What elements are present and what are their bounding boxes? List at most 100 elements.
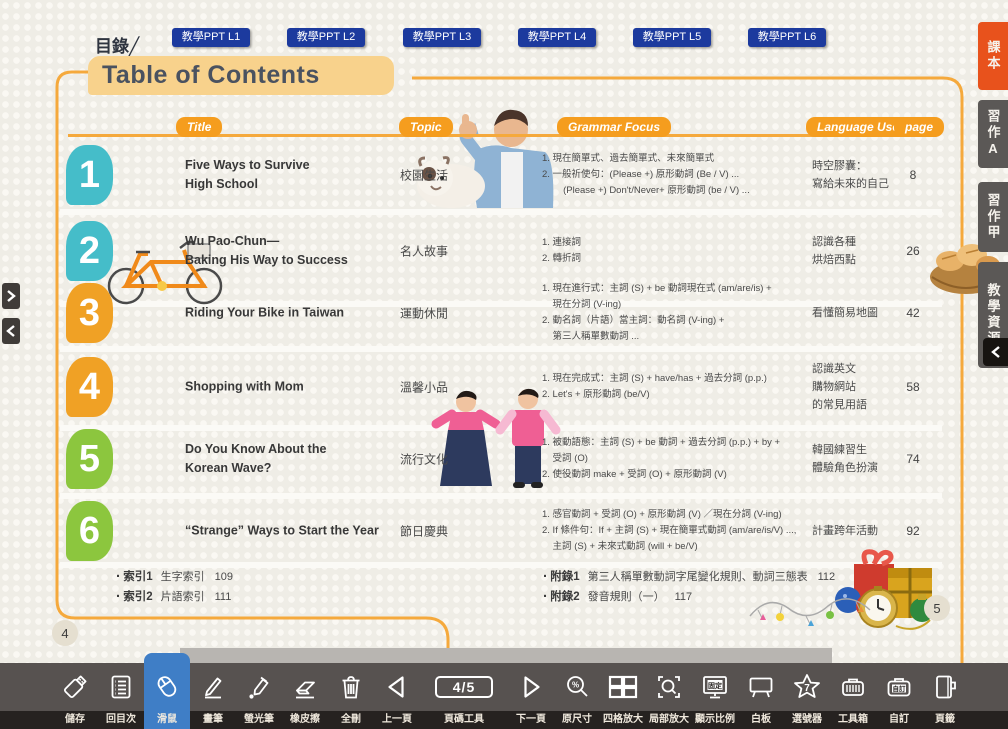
appendix-text: 第三人稱單數動詞字尾變化規則、動詞三態表	[588, 571, 808, 583]
lesson-title[interactable]: Five Ways to Survive High School	[185, 156, 390, 194]
appendix-text: 發音規則（一）	[588, 591, 665, 603]
trash-icon	[336, 672, 366, 702]
page-title-box: Table of Contents	[88, 56, 394, 95]
lesson-topic: 校園生活	[400, 167, 500, 184]
whiteboard-button[interactable]: 白板	[738, 663, 784, 729]
lesson-grammar: 1. 被動語態：主詞 (S) + be 動詞 + 過去分詞 (p.p.) + b…	[542, 435, 817, 483]
index-label: ‧ 索引2	[116, 591, 153, 603]
toolbox-button[interactable]: 工具箱	[830, 663, 876, 729]
lesson-page-number[interactable]: 74	[893, 452, 933, 466]
eraser-icon	[290, 672, 320, 702]
lesson-grammar: 1. 現在完成式：主詞 (S) + have/has + 過去分詞 (p.p.)…	[542, 371, 817, 403]
next-triangle-icon	[516, 672, 546, 702]
tool-label: 上一頁	[382, 711, 412, 729]
toc-row-2: 2 Wu Pao-Chun— Baking His Way to Success…	[0, 215, 1008, 287]
page-number-tool[interactable]: 4/5 頁碼工具	[420, 663, 508, 729]
tool-label: 頁籤	[935, 711, 955, 729]
page-indicator[interactable]: 4/5	[435, 676, 493, 698]
prev-triangle-icon	[382, 672, 412, 702]
original-size-button[interactable]: % 原尺寸	[554, 663, 600, 729]
collapse-tabs-button[interactable]	[983, 338, 1008, 366]
chevron-right-icon	[6, 290, 16, 302]
toc-row-1: 1 Five Ways to Survive High School 校園生活 …	[0, 140, 1008, 210]
lesson-topic: 節日慶典	[400, 523, 500, 540]
ppt-button-l6[interactable]: 教學PPT L6	[748, 28, 826, 47]
ppt-button-l2[interactable]: 教學PPT L2	[287, 28, 365, 47]
number-picker-button[interactable]: 7 選號器	[784, 663, 830, 729]
toc-row-3: 3 Riding Your Bike in Taiwan 運動休閒 1. 現在進…	[0, 280, 1008, 346]
lesson-page-number[interactable]: 92	[893, 524, 933, 538]
tool-label: 頁碼工具	[444, 711, 484, 729]
custom-button[interactable]: 自訂 自訂	[876, 663, 922, 729]
usb-save-icon	[60, 672, 90, 702]
lesson-topic: 溫馨小品	[400, 379, 500, 396]
lesson-number: 1	[66, 145, 113, 205]
mouse-icon	[152, 672, 182, 702]
page-badge-left: 4	[52, 620, 78, 646]
prev-page-button[interactable]: 上一頁	[374, 663, 420, 729]
tool-label: 四格放大	[603, 711, 643, 729]
lesson-page-number[interactable]: 26	[893, 244, 933, 258]
ebook-reader: 目錄╱ Table of Contents 教學PPT L1 教學PPT L2 …	[0, 0, 1008, 729]
lesson-number: 4	[66, 357, 113, 417]
lesson-topic: 運動休閒	[400, 305, 500, 322]
tool-label: 回目次	[106, 711, 136, 729]
tab-workbook-a[interactable]: 習作A	[978, 100, 1008, 168]
save-button[interactable]: 儲存	[52, 663, 98, 729]
ppt-button-l1[interactable]: 教學PPT L1	[172, 28, 250, 47]
photo-string-lights	[748, 586, 873, 644]
lesson-grammar: 1. 連接詞 2. 轉折詞	[542, 235, 817, 267]
four-grid-zoom-button[interactable]: 四格放大	[600, 663, 646, 729]
tool-label: 白板	[751, 711, 771, 729]
lesson-grammar: 1. 現在進行式：主詞 (S) + be 動詞現在式 (am/are/is) +…	[542, 281, 817, 345]
lesson-topic: 流行文化	[400, 451, 500, 468]
mouse-tool-button[interactable]: 滑鼠	[144, 653, 190, 729]
lesson-title[interactable]: Shopping with Mom	[185, 378, 390, 397]
lesson-page-number[interactable]: 8	[893, 168, 933, 182]
lesson-grammar: 1. 現在簡單式、過去簡單式、未來簡單式 2. 一般祈使句：(Please +)…	[542, 151, 817, 199]
column-header-topic: Topic	[399, 117, 453, 137]
lesson-number: 6	[66, 501, 113, 561]
lesson-title[interactable]: Wu Pao-Chun— Baking His Way to Success	[185, 232, 390, 270]
back-to-toc-button[interactable]: 回目次	[98, 663, 144, 729]
tool-label: 滑鼠	[157, 711, 177, 729]
ppt-button-l5[interactable]: 教學PPT L5	[633, 28, 711, 47]
index-entry-2[interactable]: ‧ 索引2片語索引111	[116, 588, 231, 604]
lesson-page-number[interactable]: 42	[893, 306, 933, 320]
page-tabs-button[interactable]: 頁籤	[922, 663, 968, 729]
expand-panel-button[interactable]	[2, 283, 20, 309]
lesson-language-use: 時空膠囊： 寫給未來的自己	[812, 157, 902, 193]
page-badge-right: 5	[924, 595, 950, 621]
lesson-language-use: 認識各種 烘焙西點	[812, 233, 902, 269]
tab-workbook-jia[interactable]: 習作甲	[978, 182, 1008, 252]
partial-zoom-button[interactable]: 局部放大	[646, 663, 692, 729]
lesson-title[interactable]: Riding Your Bike in Taiwan	[185, 304, 390, 323]
partial-zoom-icon	[654, 672, 684, 702]
tab-textbook[interactable]: 課本	[978, 22, 1008, 90]
svg-text:7: 7	[804, 683, 810, 694]
pen-tool-button[interactable]: 畫筆	[190, 663, 236, 729]
lesson-title[interactable]: “Strange” Ways to Start the Year	[185, 522, 390, 541]
appendix-entry-2[interactable]: ‧ 附錄2發音規則（一）117	[543, 588, 692, 604]
index-text: 生字索引	[161, 571, 205, 583]
delete-all-button[interactable]: 全刪	[328, 663, 374, 729]
appendix-page: 112	[818, 571, 836, 583]
tool-label: 選號器	[792, 711, 822, 729]
monitor-fixed-icon: 固定	[700, 672, 730, 702]
eraser-tool-button[interactable]: 橡皮擦	[282, 663, 328, 729]
display-ratio-button[interactable]: 固定 顯示比例	[692, 663, 738, 729]
lesson-title[interactable]: Do You Know About the Korean Wave?	[185, 440, 390, 478]
next-page-button[interactable]: 下一頁	[508, 663, 554, 729]
tool-label: 自訂	[889, 711, 909, 729]
appendix-entry-1[interactable]: ‧ 附錄1第三人稱單數動詞字尾變化規則、動詞三態表112	[543, 568, 835, 584]
index-page: 109	[215, 571, 233, 583]
magnifier-percent-icon: %	[562, 672, 592, 702]
collapse-panel-button[interactable]	[2, 318, 20, 344]
lesson-page-number[interactable]: 58	[893, 380, 933, 394]
ppt-button-l3[interactable]: 教學PPT L3	[403, 28, 481, 47]
highlighter-tool-button[interactable]: 螢光筆	[236, 663, 282, 729]
ppt-button-l4[interactable]: 教學PPT L4	[518, 28, 596, 47]
catalog-label: 目錄╱	[95, 32, 139, 57]
index-entry-1[interactable]: ‧ 索引1生字索引109	[116, 568, 233, 584]
tool-label: 橡皮擦	[290, 711, 320, 729]
